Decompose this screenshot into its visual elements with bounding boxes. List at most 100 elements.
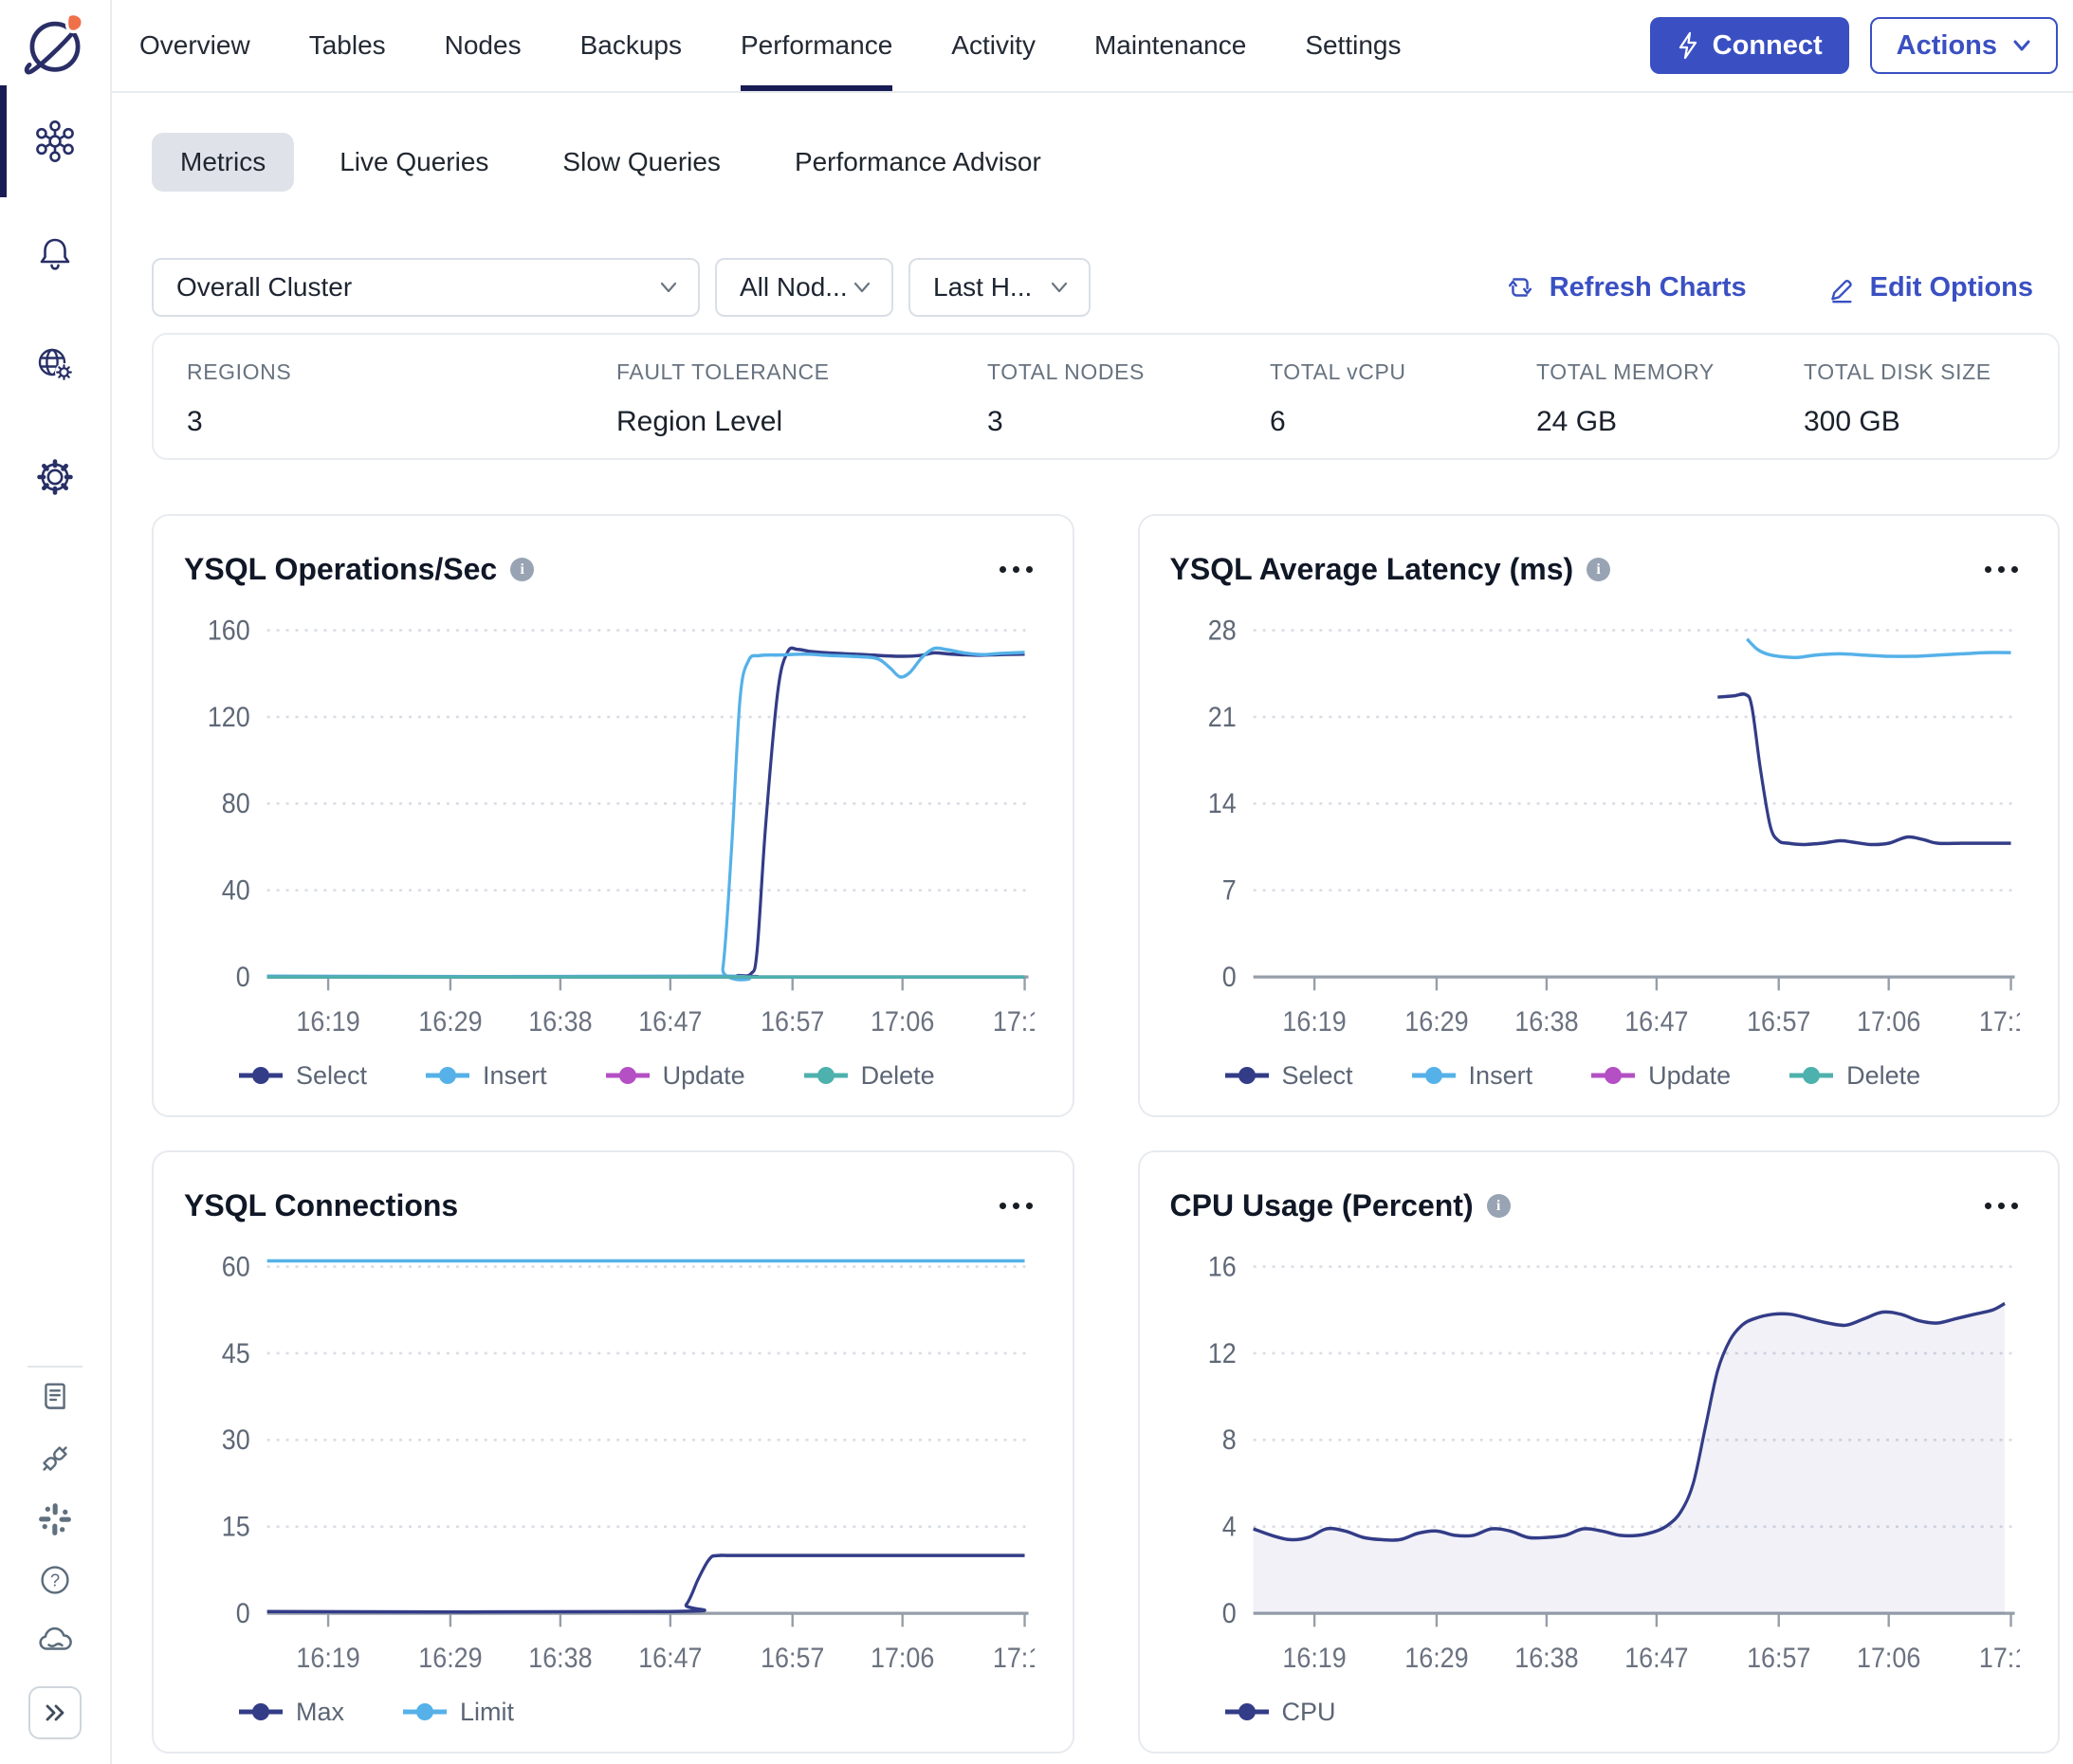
chart-title: CPU Usage (Percent) (1170, 1188, 1474, 1223)
x-axis-label: 16:19 (1282, 1642, 1346, 1673)
subtab-live-queries[interactable]: Live Queries (311, 133, 517, 192)
subtab-performance-advisor[interactable]: Performance Advisor (766, 133, 1070, 192)
chart-plot: 048121616:1916:2916:3816:4716:5717:0617:… (1170, 1227, 2021, 1689)
nav-buttons: Connect Actions (1650, 0, 2058, 91)
stat-value: 6 (1270, 406, 1536, 438)
x-axis-label: 16:38 (1514, 1642, 1578, 1673)
x-axis-label: 16:29 (1404, 1005, 1468, 1037)
stat-label: TOTAL DISK SIZE (1804, 359, 2058, 385)
legend-item-insert[interactable]: Insert (1412, 1061, 1533, 1091)
chart-title: YSQL Operations/Sec (184, 552, 497, 587)
tab-maintenance[interactable]: Maintenance (1094, 0, 1246, 91)
y-axis-label: 21 (1207, 701, 1236, 732)
chart-menu-button[interactable] (1983, 560, 2020, 579)
chart-title: YSQL Average Latency (ms) (1170, 552, 1574, 587)
legend-item-limit[interactable]: Limit (403, 1698, 514, 1727)
legend-item-select[interactable]: Select (1225, 1061, 1353, 1091)
nodes-select-value: All Nod... (740, 272, 848, 303)
tab-performance[interactable]: Performance (741, 0, 892, 91)
connect-button[interactable]: Connect (1650, 17, 1849, 74)
chart-menu-button[interactable] (998, 1197, 1035, 1215)
info-icon[interactable]: i (1587, 558, 1610, 581)
y-axis-label: 0 (1221, 1597, 1236, 1628)
chart-card-cpu-usage: CPU Usage (Percent) i 048121616:1916:291… (1138, 1150, 2061, 1754)
pencil-icon (1823, 270, 1857, 304)
legend-item-max[interactable]: Max (239, 1698, 344, 1727)
sidebar-expand-button[interactable] (28, 1686, 82, 1739)
subtab-slow-queries[interactable]: Slow Queries (534, 133, 749, 192)
sidebar-item-docs[interactable] (0, 1368, 110, 1428)
chart-legend: Max Limit (184, 1691, 1035, 1733)
x-axis-label: 17:06 (1857, 1005, 1920, 1037)
stat-regions: REGIONS 3 (187, 359, 616, 458)
sidebar-item-help[interactable]: ? (0, 1550, 110, 1610)
grid-lines: 015304560 (222, 1250, 1029, 1628)
refresh-charts-label: Refresh Charts (1550, 272, 1747, 303)
legend-item-update[interactable]: Update (1591, 1061, 1731, 1091)
legend-item-update[interactable]: Update (606, 1061, 745, 1091)
edit-options-link[interactable]: Edit Options (1823, 270, 2033, 304)
chart-legend: Select Insert Update Delete (184, 1055, 1035, 1096)
y-axis-label: 40 (222, 873, 250, 905)
chart-menu-button[interactable] (1983, 1197, 2020, 1215)
chevron-down-icon (1051, 282, 1068, 293)
cluster-select-value: Overall Cluster (176, 272, 352, 303)
stat-fault-tolerance: FAULT TOLERANCE Region Level (616, 359, 987, 458)
sidebar-item-clusters[interactable] (0, 85, 110, 197)
legend-marker-icon (426, 1066, 469, 1085)
sidebar-item-cloud-status[interactable] (0, 1610, 110, 1671)
stat-total-memory: TOTAL MEMORY 24 GB (1536, 359, 1804, 458)
legend-marker-icon (1225, 1702, 1269, 1721)
nodes-select[interactable]: All Nod... (715, 258, 893, 317)
stat-total-nodes: TOTAL NODES 3 (987, 359, 1270, 458)
legend-item-delete[interactable]: Delete (1789, 1061, 1920, 1091)
legend-item-select[interactable]: Select (239, 1061, 367, 1091)
refresh-icon (1504, 271, 1536, 303)
info-icon[interactable]: i (1487, 1194, 1511, 1218)
tab-nodes[interactable]: Nodes (445, 0, 522, 91)
yugabyte-logo[interactable] (20, 9, 90, 80)
actions-button[interactable]: Actions (1870, 17, 2058, 74)
y-axis-label: 0 (236, 1597, 250, 1628)
charts-grid: YSQL Operations/Sec i 0408012016016:1916… (152, 514, 2060, 1754)
subtab-metrics[interactable]: Metrics (152, 133, 294, 192)
tab-activity[interactable]: Activity (951, 0, 1036, 91)
sidebar-item-integrations[interactable] (0, 1428, 110, 1489)
tab-tables[interactable]: Tables (309, 0, 386, 91)
cluster-select[interactable]: Overall Cluster (152, 258, 700, 317)
top-navigation: Overview Tables Nodes Backups Performanc… (112, 0, 2073, 93)
legend-item-cpu[interactable]: CPU (1225, 1698, 1336, 1727)
x-axis-label: 17:16 (993, 1642, 1035, 1673)
tab-overview[interactable]: Overview (139, 0, 250, 91)
x-axis-label: 16:47 (638, 1005, 702, 1037)
filter-row: Overall Cluster All Nod... Last H... (152, 258, 2060, 317)
cloud-icon (33, 1619, 77, 1663)
refresh-charts-link[interactable]: Refresh Charts (1504, 271, 1747, 303)
performance-subtabs: Metrics Live Queries Slow Queries Perfor… (152, 133, 2060, 192)
chart-menu-button[interactable] (998, 560, 1035, 579)
chart-plot: 0408012016016:1916:2916:3816:4716:5717:0… (184, 591, 1035, 1053)
time-select-value: Last H... (933, 272, 1032, 303)
sidebar-item-network[interactable] (0, 309, 110, 421)
x-axis-label: 16:47 (1624, 1642, 1688, 1673)
x-axis-label: 16:19 (296, 1642, 359, 1673)
sidebar-item-alerts[interactable] (0, 197, 110, 309)
tab-settings[interactable]: Settings (1305, 0, 1401, 91)
content: Metrics Live Queries Slow Queries Perfor… (112, 93, 2073, 1754)
chart-title: YSQL Connections (184, 1188, 458, 1223)
legend-item-delete[interactable]: Delete (804, 1061, 935, 1091)
legend-marker-icon (403, 1702, 447, 1721)
y-axis-label: 0 (236, 961, 250, 992)
stat-label: REGIONS (187, 359, 616, 385)
sidebar: ? (0, 0, 112, 1764)
sidebar-item-slack[interactable] (0, 1489, 110, 1550)
time-range-select[interactable]: Last H... (908, 258, 1091, 317)
x-axis-label: 17:16 (993, 1005, 1035, 1037)
legend-item-insert[interactable]: Insert (426, 1061, 547, 1091)
y-axis-label: 15 (222, 1510, 250, 1541)
tab-backups[interactable]: Backups (580, 0, 682, 91)
legend-marker-icon (1225, 1066, 1269, 1085)
sidebar-item-settings[interactable] (0, 421, 110, 533)
info-icon[interactable]: i (510, 558, 534, 581)
stat-total-disk-size: TOTAL DISK SIZE 300 GB (1804, 359, 2058, 458)
